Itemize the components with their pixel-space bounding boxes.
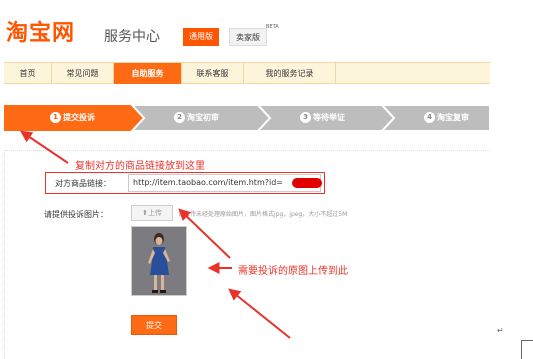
taobao-logo[interactable]: 淘宝网 [6,20,75,46]
nav-item-records[interactable]: 我的服务记录 [244,63,336,84]
nav-item-self-service[interactable]: 自助服务 [114,63,182,84]
page-corner-mark [521,340,533,359]
step-await-evidence: 3 等待举证 [300,105,345,131]
photo-annotation: 需要投诉的原图上传到此 [238,266,348,277]
step-label: 等待举证 [313,113,345,122]
woman-in-dress-image [132,227,186,295]
step-number: 3 [300,112,311,123]
step-label: 淘宝初审 [187,113,219,122]
upload-button-label: 上传 [147,209,162,217]
progress-steps: 1 提交投诉 2 淘宝初审 3 等待举证 4 淘宝复审 [4,105,490,131]
nav-item-contact[interactable]: 联系客服 [182,63,244,84]
upload-button[interactable]: ⬆上传 [131,205,173,221]
upload-label: 请提供投诉图片： [44,210,108,219]
step-label: 淘宝复审 [437,113,469,122]
step-number: 4 [424,112,435,123]
link-annotation: 复制对方的商品链接放到这里 [75,161,205,172]
seller-version-tab[interactable]: 卖家版 [229,28,267,46]
main-nav: 首页 常见问题 自助服务 联系客服 我的服务记录 [4,62,490,84]
step-number: 1 [50,112,61,123]
nav-item-faq[interactable]: 常见问题 [52,63,114,84]
submit-button[interactable]: 提交 [131,315,177,335]
nav-item-home[interactable]: 首页 [4,63,52,84]
step-label: 提交投诉 [63,113,95,122]
uploaded-photo-thumbnail[interactable] [131,226,187,296]
header: 淘宝网 服务中心 通用版 卖家版 BETA [0,0,533,58]
upload-hint: 请上传未经处理原始图片，图片格式jpg，jpeg，大小不超过5M [178,211,348,218]
step-submit: 1 提交投诉 [50,105,95,131]
page-title: 服务中心 [104,29,160,45]
link-label: 对方商品链接： [55,179,111,188]
general-version-tab[interactable]: 通用版 [183,28,219,46]
redaction-mark [292,178,322,188]
step-second-review: 4 淘宝复审 [424,105,469,131]
step-number: 2 [174,112,185,123]
beta-badge: BETA [266,24,279,30]
step-first-review: 2 淘宝初审 [174,105,219,131]
paragraph-mark: ↵ [497,326,504,335]
